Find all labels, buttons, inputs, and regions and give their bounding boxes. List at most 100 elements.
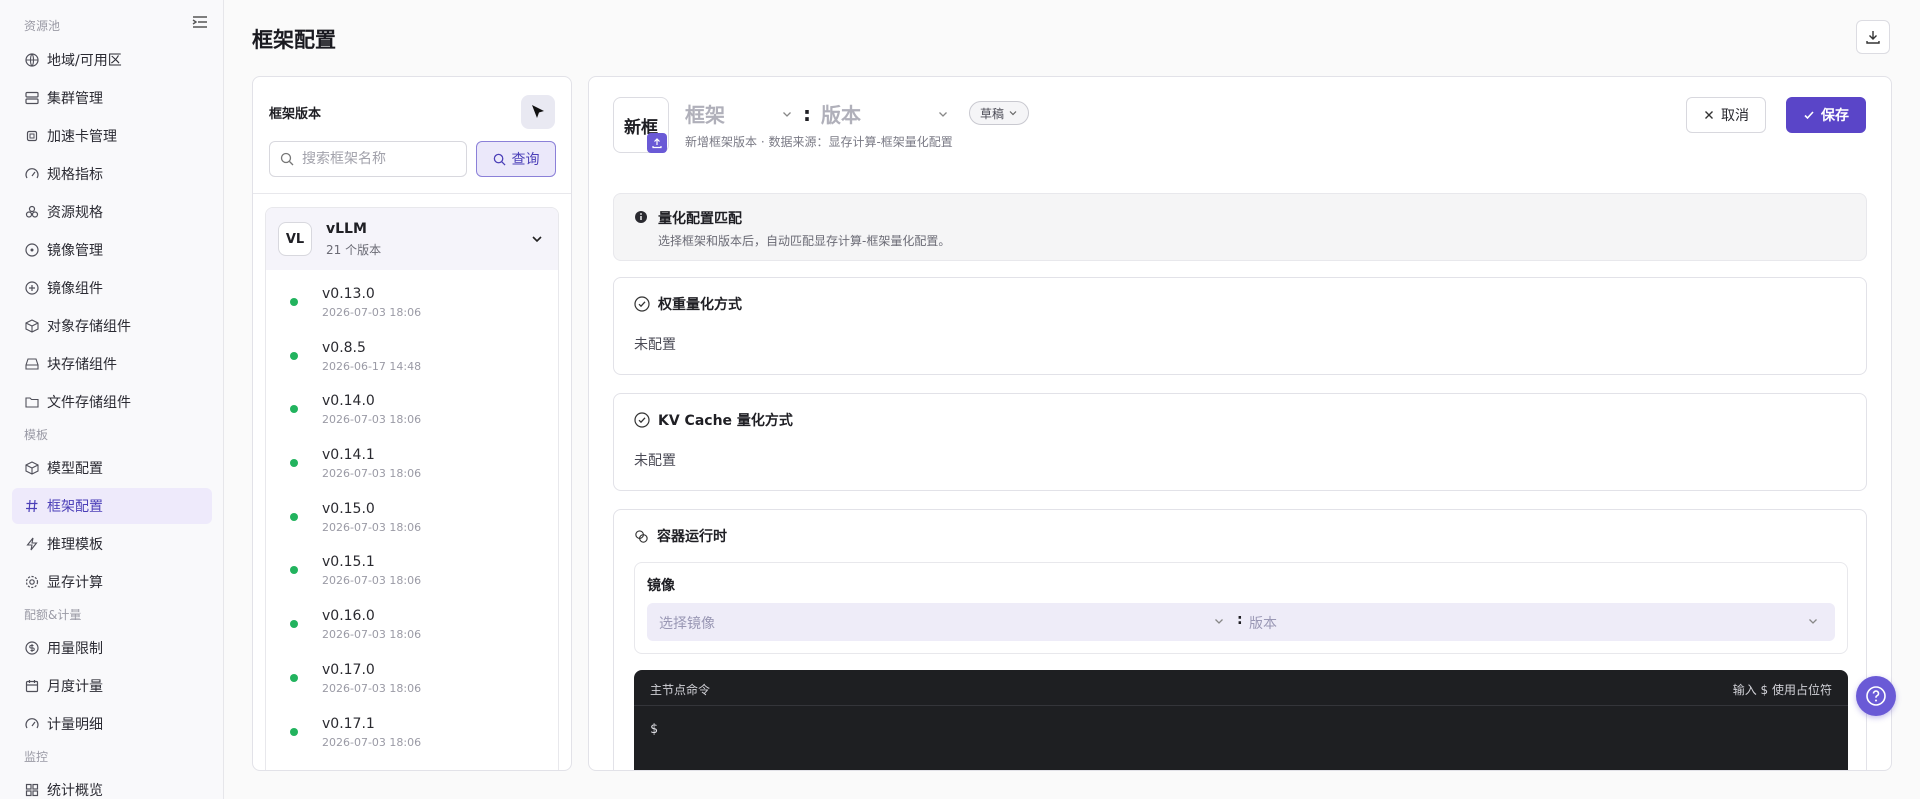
grid-icon xyxy=(24,783,39,798)
save-button[interactable]: 保存 xyxy=(1786,97,1866,133)
framework-header[interactable]: VL vLLM 21 个版本 xyxy=(266,208,558,270)
box-icon xyxy=(24,319,39,334)
sidebar-item-image-component[interactable]: 镜像组件 xyxy=(12,270,212,306)
sidebar-item-file-storage[interactable]: 文件存储组件 xyxy=(12,384,212,420)
version-item[interactable]: v0.14.0 2026-07-03 18:06 xyxy=(266,383,558,437)
sidebar-item-block-storage[interactable]: 块存储组件 xyxy=(12,346,212,382)
status-dot xyxy=(290,566,298,574)
sidebar-item-object-storage[interactable]: 对象存储组件 xyxy=(12,308,212,344)
sidebar-item-monthly-metering[interactable]: 月度计量 xyxy=(12,668,212,704)
status-dot xyxy=(290,620,298,628)
section-title: 容器运行时 xyxy=(657,529,727,545)
close-icon xyxy=(1705,111,1713,119)
sidebar-item-region[interactable]: 地域/可用区 xyxy=(12,42,212,78)
sidebar-item-vram-calc[interactable]: 显存计算 xyxy=(12,564,212,600)
check-circle-icon xyxy=(634,296,650,312)
collapse-sidebar-icon[interactable] xyxy=(192,15,208,29)
framework-name: vLLM xyxy=(326,220,367,237)
check-icon xyxy=(1804,111,1814,120)
gauge-icon xyxy=(24,167,39,182)
selector-separator: : xyxy=(1237,612,1243,628)
search-field[interactable] xyxy=(269,141,467,177)
terminal-prompt: $ xyxy=(650,722,658,737)
search-icon xyxy=(280,152,294,166)
kv-cache-quant-section: KV Cache 量化方式 未配置 xyxy=(613,393,1867,491)
help-button[interactable] xyxy=(1856,676,1896,716)
version-item[interactable]: v0.13.0 2026-07-03 18:06 xyxy=(266,276,558,330)
sidebar-item-model-config[interactable]: 模型配置 xyxy=(12,450,212,486)
search-input[interactable] xyxy=(302,151,452,167)
gear-icon xyxy=(24,575,39,590)
status-dot xyxy=(290,513,298,521)
sidebar-item-cluster[interactable]: 集群管理 xyxy=(12,80,212,116)
download-icon xyxy=(1866,31,1880,44)
image-select-placeholder: 选择镜像 xyxy=(659,616,715,632)
sidebar-item-stats-overview[interactable]: 统计概览 xyxy=(12,772,212,799)
status-dot xyxy=(290,459,298,467)
version-item[interactable]: v0.15.1 2026-07-03 18:06 xyxy=(266,544,558,598)
sidebar: 资源池 地域/可用区 集群管理 加速卡管理 规格指标 资源规格 镜像管理 镜像组… xyxy=(0,0,224,799)
status-dot xyxy=(290,405,298,413)
folder-icon xyxy=(24,395,39,410)
export-button[interactable] xyxy=(1856,20,1890,54)
gauge-icon xyxy=(24,717,39,732)
query-button[interactable]: 查询 xyxy=(476,141,556,177)
chevron-down-icon xyxy=(1009,111,1017,116)
select-mode-button[interactable] xyxy=(521,95,555,129)
chevron-down-icon xyxy=(1215,619,1223,624)
framework-editor-panel: 新框 框架 : 版本 草稿 新增框架版本 · 数据来源：显存计算-框架量化配置 … xyxy=(588,76,1892,771)
upload-logo-button[interactable] xyxy=(647,133,667,153)
sidebar-item-spec-metrics[interactable]: 规格指标 xyxy=(12,156,212,192)
calendar-icon xyxy=(24,679,39,694)
version-item[interactable]: v0.17.1 2026-07-03 18:06 xyxy=(266,706,558,760)
version-select[interactable]: 版本 xyxy=(821,99,949,128)
version-item[interactable]: v0.14.1 2026-07-03 18:06 xyxy=(266,437,558,491)
cancel-button[interactable]: 取消 xyxy=(1686,97,1766,133)
version-item[interactable]: v0.15.0 2026-07-03 18:06 xyxy=(266,491,558,545)
version-item[interactable]: v0.16.0 2026-07-03 18:06 xyxy=(266,598,558,652)
sidebar-item-framework-config[interactable]: 框架配置 xyxy=(12,488,212,524)
framework-version-panel: 框架版本 查询 VL vLLM 21 个版本 v0.13.02026-07-03… xyxy=(252,76,572,771)
server-icon xyxy=(24,91,39,106)
info-icon xyxy=(635,211,647,223)
sidebar-group-resource: 资源池 xyxy=(24,18,61,33)
sidebar-item-image-mgmt[interactable]: 镜像管理 xyxy=(12,232,212,268)
section-value: 未配置 xyxy=(634,453,676,469)
weight-quant-section: 权重量化方式 未配置 xyxy=(613,277,1867,375)
framework-version-count: 21 个版本 xyxy=(326,242,382,257)
chevron-down-icon[interactable] xyxy=(530,232,544,246)
sidebar-item-accelerator[interactable]: 加速卡管理 xyxy=(12,118,212,154)
terminal-hint: 输入 $ 使用占位符 xyxy=(1732,683,1832,697)
chip-icon xyxy=(24,129,39,144)
image-select[interactable]: 选择镜像 : 版本 xyxy=(647,603,1835,641)
status-badge[interactable]: 草稿 xyxy=(969,101,1030,125)
layers-icon xyxy=(24,205,39,220)
container-runtime-section: 容器运行时 镜像 选择镜像 : 版本 主节点命令 输入 $ 使用占位符 $ xyxy=(613,509,1867,770)
master-command-editor[interactable]: 主节点命令 输入 $ 使用占位符 $ xyxy=(634,670,1848,770)
info-title: 量化配置匹配 xyxy=(658,211,742,227)
status-dot xyxy=(290,674,298,682)
sidebar-group-quota: 配额&计量 xyxy=(24,607,82,622)
drive-icon xyxy=(24,357,39,372)
terminal-title: 主节点命令 xyxy=(650,683,711,697)
hash-icon xyxy=(24,499,39,514)
sidebar-item-metering-detail[interactable]: 计量明细 xyxy=(12,706,212,742)
version-item[interactable]: v0.17.0 2026-07-03 18:06 xyxy=(266,652,558,706)
sidebar-group-monitor: 监控 xyxy=(24,749,49,764)
panel-title: 框架版本 xyxy=(269,107,322,122)
chevron-down-icon xyxy=(783,111,791,117)
image-label: 镜像 xyxy=(647,578,675,594)
sidebar-item-usage-limit[interactable]: 用量限制 xyxy=(12,630,212,666)
disc-icon xyxy=(24,281,39,296)
framework-version-selector: 框架 : 版本 xyxy=(685,99,949,128)
chevron-down-icon xyxy=(939,111,947,117)
editor-subtitle: 新增框架版本 · 数据来源：显存计算-框架量化配置 xyxy=(685,135,953,149)
framework-select[interactable]: 框架 xyxy=(685,99,793,128)
selector-separator: : xyxy=(803,101,811,126)
sidebar-item-inference-template[interactable]: 推理模板 xyxy=(12,526,212,562)
check-circle-icon xyxy=(634,412,650,428)
status-dot xyxy=(290,298,298,306)
sidebar-item-resource-spec[interactable]: 资源规格 xyxy=(12,194,212,230)
version-item[interactable]: v0.8.5 2026-06-17 14:48 xyxy=(266,330,558,384)
section-title: KV Cache 量化方式 xyxy=(658,413,793,429)
